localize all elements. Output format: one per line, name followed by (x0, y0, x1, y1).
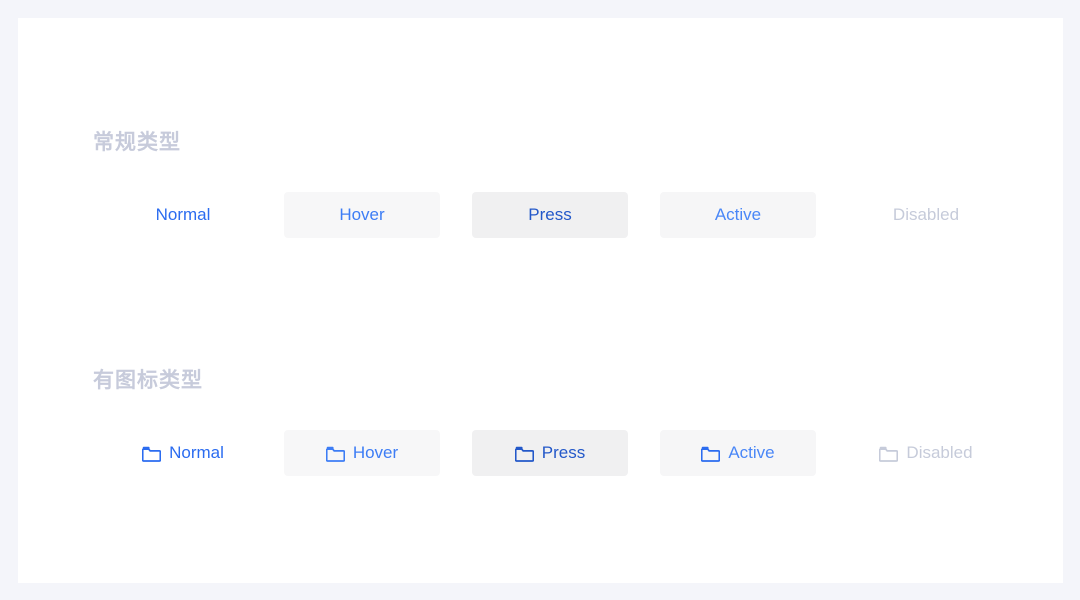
button-normal[interactable]: Normal (108, 192, 258, 238)
button-press[interactable]: Press (472, 192, 628, 238)
icon-button-press-label: Press (541, 443, 586, 462)
button-hover-label: Hover (339, 205, 385, 224)
icon-button-active-label: Active (728, 443, 775, 462)
button-disabled: Disabled (848, 192, 1004, 238)
folder-icon (325, 446, 345, 462)
section-title-icon-type: 有图标类型 (93, 369, 203, 392)
button-disabled-label: Disabled (892, 205, 960, 224)
icon-button-hover-label: Hover (352, 443, 399, 462)
button-active[interactable]: Active (660, 192, 816, 238)
icon-button-normal[interactable]: Normal (108, 430, 258, 476)
folder-icon (514, 446, 534, 462)
folder-icon (879, 446, 899, 462)
button-normal-label: Normal (155, 205, 211, 224)
button-active-label: Active (714, 205, 762, 224)
icon-button-normal-label: Normal (169, 443, 224, 462)
button-row-icon-type: Normal Hover Press Active Disabled (18, 430, 1063, 476)
section-title-normal-type: 常规类型 (93, 131, 181, 154)
folder-icon (701, 446, 721, 462)
button-hover[interactable]: Hover (284, 192, 440, 238)
folder-icon (142, 446, 162, 462)
button-row-normal-type: Normal Hover Press Active Disabled (18, 192, 1063, 238)
icon-button-hover[interactable]: Hover (284, 430, 440, 476)
button-press-label: Press (528, 205, 572, 224)
spec-card: 常规类型 Normal Hover Press Active Disabled … (18, 18, 1063, 583)
icon-button-active[interactable]: Active (660, 430, 816, 476)
icon-button-disabled: Disabled (848, 430, 1004, 476)
icon-button-press[interactable]: Press (472, 430, 628, 476)
icon-button-disabled-label: Disabled (906, 443, 973, 462)
